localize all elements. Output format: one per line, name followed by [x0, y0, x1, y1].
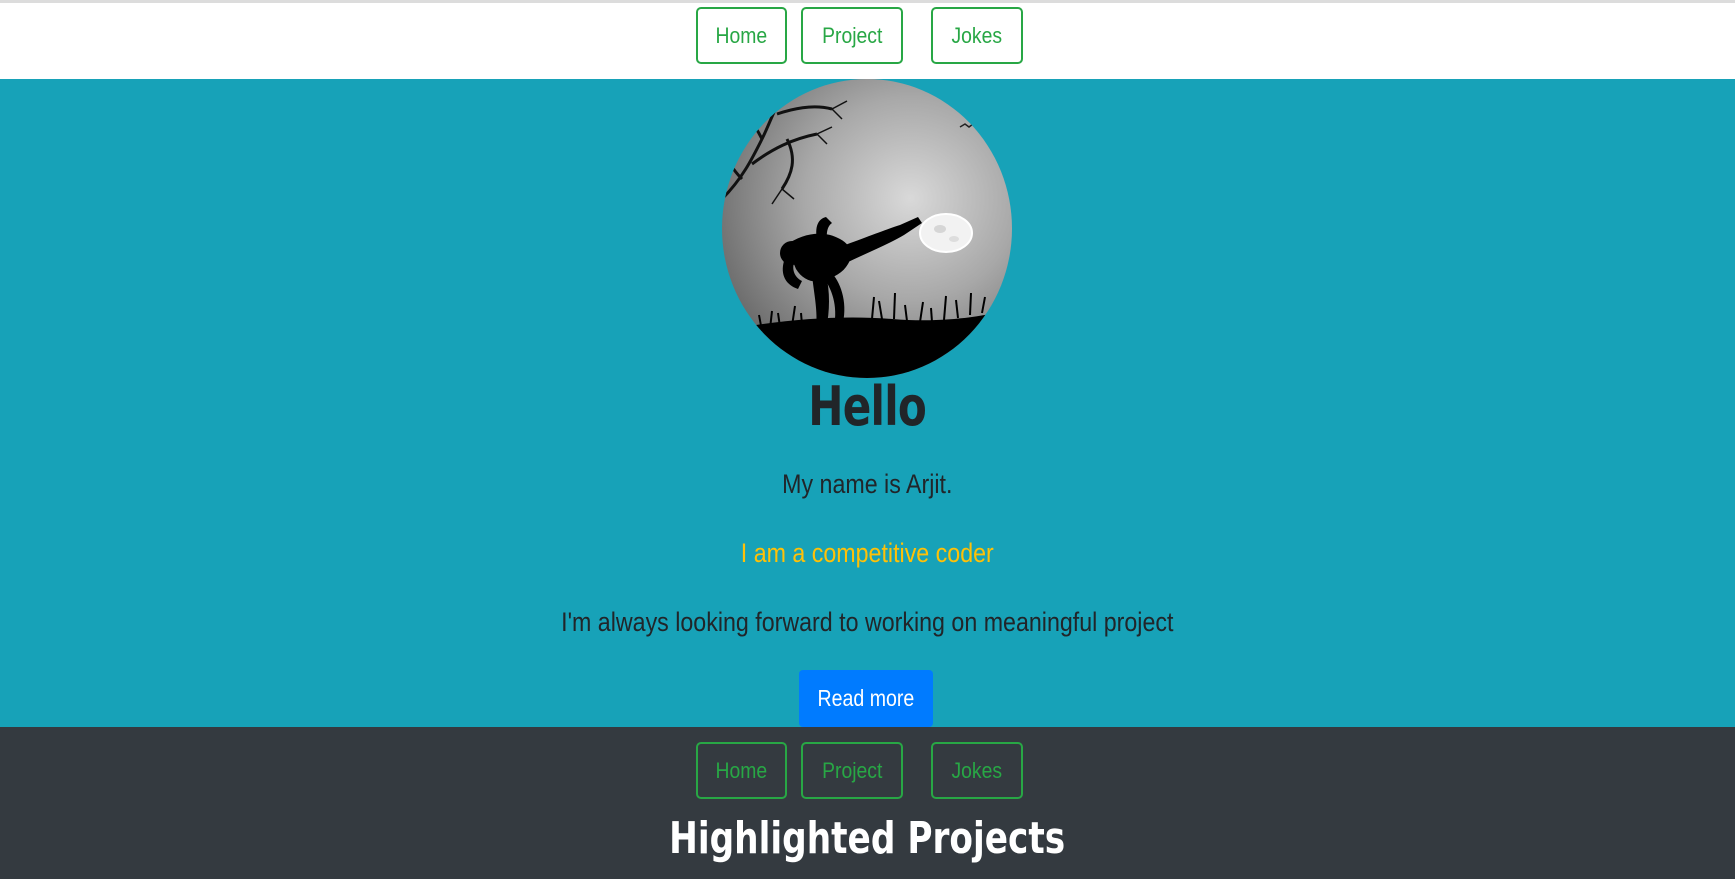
avatar — [722, 79, 1012, 378]
footer-nav-project-label: Project — [821, 757, 883, 783]
hero-section: Hello My name is Arjit. I am a competiti… — [0, 79, 1735, 727]
footer-nav-jokes-label: Jokes — [951, 757, 1003, 783]
hero-description: I'm always looking forward to working on… — [561, 607, 1174, 637]
nav-jokes-label: Jokes — [951, 22, 1003, 48]
footer-nav-home-button[interactable]: Home — [696, 742, 787, 799]
read-more-label: Read more — [817, 685, 915, 711]
footer-section: Home Project Jokes Highlighted Projects — [0, 727, 1735, 879]
read-more-button[interactable]: Read more — [799, 670, 933, 727]
page: Home Project Jokes Hello My name is Arji… — [0, 0, 1735, 879]
footer-nav-jokes-button[interactable]: Jokes — [931, 742, 1023, 799]
hero-role-line: I am a competitive coder — [740, 538, 994, 568]
nav-jokes-button[interactable]: Jokes — [931, 7, 1023, 64]
nav-project-button[interactable]: Project — [801, 7, 903, 64]
nav-home-label: Home — [715, 22, 768, 48]
hero-name-line: My name is Arjit. — [782, 469, 953, 499]
hero-title: Hello — [808, 375, 927, 438]
top-navbar: Home Project Jokes — [0, 3, 1735, 79]
karate-silhouette-image — [722, 79, 1012, 378]
footer-nav-project-button[interactable]: Project — [801, 742, 903, 799]
footer-nav-home-label: Home — [715, 757, 768, 783]
nav-home-button[interactable]: Home — [696, 7, 787, 64]
nav-project-label: Project — [821, 22, 883, 48]
section-title: Highlighted Projects — [669, 813, 1066, 864]
